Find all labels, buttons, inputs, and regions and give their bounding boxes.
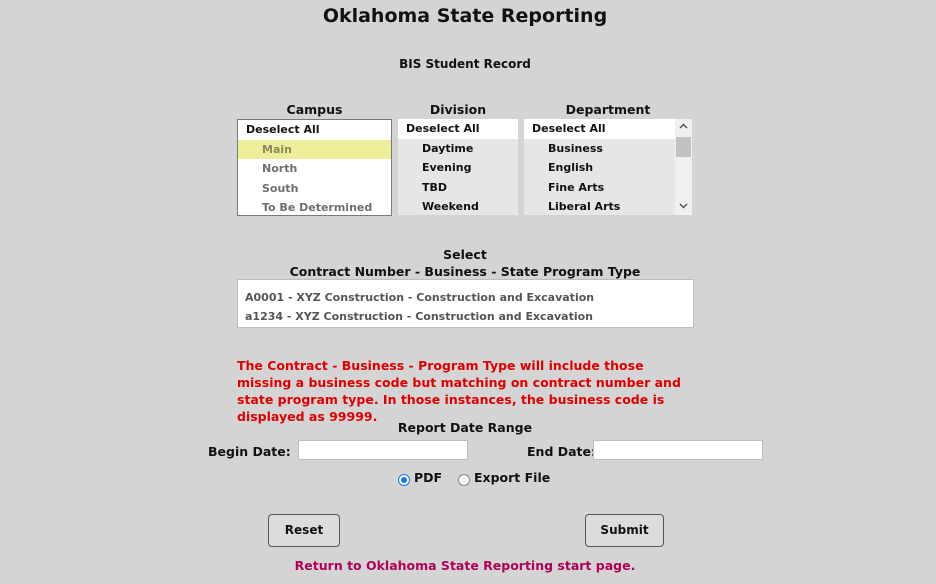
campus-option[interactable]: North	[238, 159, 391, 179]
chevron-up-icon[interactable]	[675, 120, 692, 134]
export-file-label: Export File	[474, 470, 551, 485]
scrollbar-thumb[interactable]	[676, 137, 691, 157]
department-option[interactable]: Business	[524, 139, 675, 159]
page-title: Oklahoma State Reporting	[322, 5, 608, 27]
select-label: Select	[443, 247, 487, 262]
pdf-label: PDF	[414, 470, 443, 485]
end-date-label: End Date:	[527, 444, 597, 459]
chevron-down-icon[interactable]	[675, 200, 692, 214]
department-deselect-all[interactable]: Deselect All	[524, 119, 675, 139]
campus-deselect-all[interactable]: Deselect All	[238, 120, 391, 140]
division-option[interactable]: Daytime	[398, 139, 518, 159]
division-option[interactable]: Weekend	[398, 197, 518, 215]
submit-button[interactable]: Submit	[585, 514, 664, 547]
page-subtitle: BIS Student Record	[399, 57, 531, 71]
campus-listbox[interactable]: Deselect All Main North South To Be Dete…	[237, 119, 392, 216]
contract-header: Contract Number - Business - State Progr…	[289, 264, 641, 279]
division-deselect-all[interactable]: Deselect All	[398, 119, 518, 139]
date-range-header: Report Date Range	[397, 420, 533, 435]
campus-option[interactable]: To Be Determined	[238, 198, 391, 215]
department-option[interactable]: Fine Arts	[524, 178, 675, 198]
notice-text: The Contract - Business - Program Type w…	[237, 358, 681, 424]
campus-option[interactable]: Main	[238, 139, 391, 159]
department-header: Department	[565, 102, 651, 117]
pdf-radio[interactable]	[398, 474, 410, 486]
reset-button[interactable]: Reset	[268, 514, 340, 547]
department-scrollbar[interactable]	[675, 119, 692, 215]
contract-listbox[interactable]: A0001 - XYZ Construction - Construction …	[237, 279, 694, 328]
end-date-input[interactable]	[593, 440, 763, 460]
campus-header: Campus	[286, 102, 343, 117]
contract-option[interactable]: A0001 - XYZ Construction - Construction …	[238, 288, 693, 307]
division-option[interactable]: TBD	[398, 178, 518, 198]
department-listbox[interactable]: Deselect All Business English Fine Arts …	[524, 119, 692, 215]
campus-option[interactable]: South	[238, 179, 391, 199]
begin-date-label: Begin Date:	[208, 444, 291, 459]
export-file-radio[interactable]	[458, 474, 470, 486]
contract-option[interactable]: a1234 - XYZ Construction - Construction …	[238, 307, 693, 326]
department-option[interactable]: English	[524, 158, 675, 178]
division-option[interactable]: Evening	[398, 158, 518, 178]
division-listbox[interactable]: Deselect All Daytime Evening TBD Weekend	[398, 119, 518, 215]
division-header: Division	[429, 102, 487, 117]
return-start-page-link[interactable]: Return to Oklahoma State Reporting start…	[0, 558, 930, 573]
department-option[interactable]: Liberal Arts	[524, 197, 675, 215]
begin-date-input[interactable]	[298, 440, 468, 460]
